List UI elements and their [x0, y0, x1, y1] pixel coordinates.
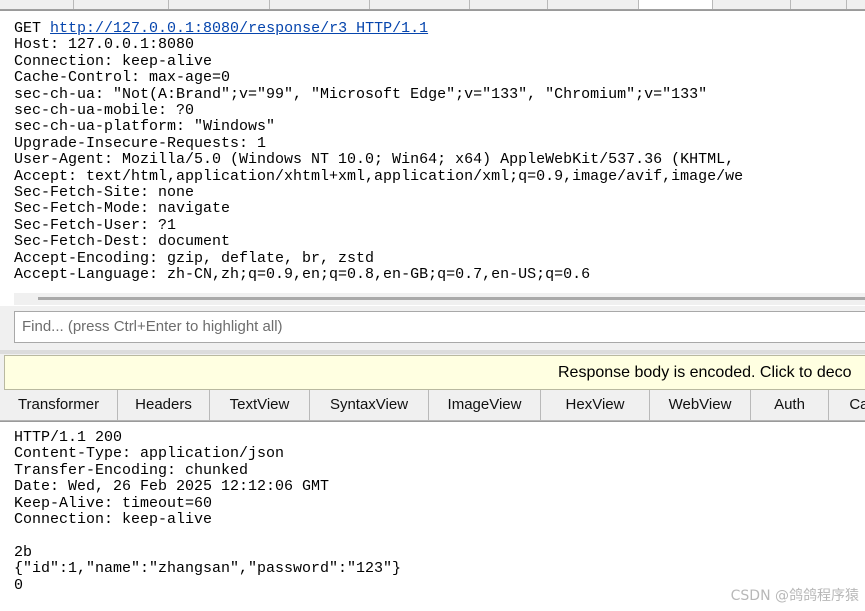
find-bar: Find... (press Ctrl+Enter to highlight a…: [0, 306, 865, 350]
response-tab-webview[interactable]: WebView: [650, 390, 751, 420]
response-line: Connection: keep-alive: [14, 511, 213, 529]
response-line: 2b: [14, 543, 33, 561]
response-tab-label: TextView: [229, 396, 290, 413]
response-line: {"id":1,"name":"zhangsan","password":"12…: [14, 560, 402, 578]
pane-splitter[interactable]: [0, 350, 865, 354]
response-tab-label: WebView: [668, 396, 732, 413]
response-tab-auth[interactable]: Auth: [751, 390, 829, 420]
request-raw-text: GET http://127.0.0.1:8080/response/r3 HT…: [14, 20, 743, 284]
response-tab-label: Transformer: [17, 396, 100, 413]
response-tab-textview[interactable]: TextView: [210, 390, 310, 420]
request-url-link[interactable]: http://127.0.0.1:8080/response/r3 HTTP/1…: [50, 20, 428, 37]
response-tab-syntaxview[interactable]: SyntaxView: [310, 390, 429, 420]
request-header-line: Host: 127.0.0.1:8080: [14, 36, 195, 54]
response-tab-hexview[interactable]: HexView: [541, 390, 650, 420]
decode-notice-bar[interactable]: Response body is encoded. Click to deco: [4, 355, 865, 390]
request-tab-json[interactable]: JSON: [713, 0, 791, 9]
response-line: Date: Wed, 26 Feb 2025 12:12:06 GMT: [14, 478, 330, 496]
request-header-line: Cache-Control: max-age=0: [14, 69, 231, 87]
response-tab-label: Cachi: [849, 396, 865, 413]
response-tab-bar: Transformer Headers TextView SyntaxView Imag…: [0, 390, 865, 421]
response-tab-label: HexView: [565, 396, 625, 413]
response-tab-transformer[interactable]: Transformer: [0, 390, 118, 420]
response-line: Keep-Alive: timeout=60: [14, 494, 213, 512]
watermark: CSDN @鸽鸽程序猿: [730, 588, 859, 604]
request-raw-view[interactable]: GET http://127.0.0.1:8080/response/r3 HT…: [0, 10, 865, 306]
request-tab-textview[interactable]: TextView: [74, 0, 169, 9]
request-header-line: Sec-Fetch-Site: none: [14, 184, 195, 202]
response-tab-label: SyntaxView: [329, 396, 409, 413]
response-tab-label: Headers: [135, 396, 192, 413]
request-header-line: Accept-Language: zh-CN,zh;q=0.9,en;q=0.8…: [14, 266, 591, 284]
request-header-line: User-Agent: Mozilla/5.0 (Windows NT 10.0…: [14, 151, 735, 169]
request-tab-webforms[interactable]: WebForms: [270, 0, 370, 9]
response-tab-imageview[interactable]: ImageView: [429, 390, 541, 420]
request-header-line: Sec-Fetch-Mode: navigate: [14, 200, 231, 218]
request-header-line: Accept: text/html,application/xhtml+xml,…: [14, 167, 744, 185]
request-tab-hexview[interactable]: HexView: [370, 0, 470, 9]
response-tab-label: Auth: [774, 396, 805, 413]
response-tab-label: ImageView: [447, 396, 522, 413]
request-header-line: Sec-Fetch-Dest: document: [14, 233, 231, 251]
response-line: HTTP/1.1 200: [14, 429, 123, 446]
response-tab-cachi[interactable]: Cachi: [829, 390, 865, 420]
response-raw-view[interactable]: HTTP/1.1 200 Content-Type: application/j…: [0, 421, 865, 611]
request-header-line: sec-ch-ua-platform: "Windows": [14, 118, 276, 136]
request-tab-auth[interactable]: Auth: [470, 0, 548, 9]
response-tab-headers[interactable]: Headers: [118, 390, 210, 420]
request-tab-syntaxview[interactable]: SyntaxView: [169, 0, 270, 9]
request-header-line: Accept-Encoding: gzip, deflate, br, zstd: [14, 249, 375, 267]
response-line: Content-Type: application/json: [14, 445, 285, 463]
request-tab-headers[interactable]: Headers: [0, 0, 74, 9]
request-header-line: Sec-Fetch-User: ?1: [14, 216, 177, 234]
request-header-line: sec-ch-ua-mobile: ?0: [14, 102, 195, 120]
request-tab-raw[interactable]: Raw: [639, 0, 713, 9]
request-headers: Host: 127.0.0.1:8080 Connection: keep-al…: [14, 36, 743, 283]
find-input[interactable]: Find... (press Ctrl+Enter to highlight a…: [14, 311, 865, 343]
request-method: GET: [14, 20, 42, 37]
request-tab-bar: HeadersTextViewSyntaxViewWebFormsHexView…: [0, 0, 865, 10]
request-header-line: sec-ch-ua: "Not(A:Brand";v="99", "Micros…: [14, 85, 708, 103]
horizontal-scrollbar[interactable]: [14, 293, 865, 305]
scrollbar-thumb[interactable]: [38, 297, 865, 300]
response-line: Transfer-Encoding: chunked: [14, 461, 249, 479]
request-header-line: Connection: keep-alive: [14, 52, 213, 70]
request-tab-xml[interactable]: XML: [791, 0, 847, 9]
request-tab-cookies[interactable]: Cookies: [548, 0, 639, 9]
response-raw-text: HTTP/1.1 200 Content-Type: application/j…: [14, 429, 402, 594]
request-header-line: Upgrade-Insecure-Requests: 1: [14, 134, 267, 152]
decode-notice-text[interactable]: Response body is encoded. Click to deco: [558, 364, 852, 382]
response-line: 0: [14, 576, 24, 594]
